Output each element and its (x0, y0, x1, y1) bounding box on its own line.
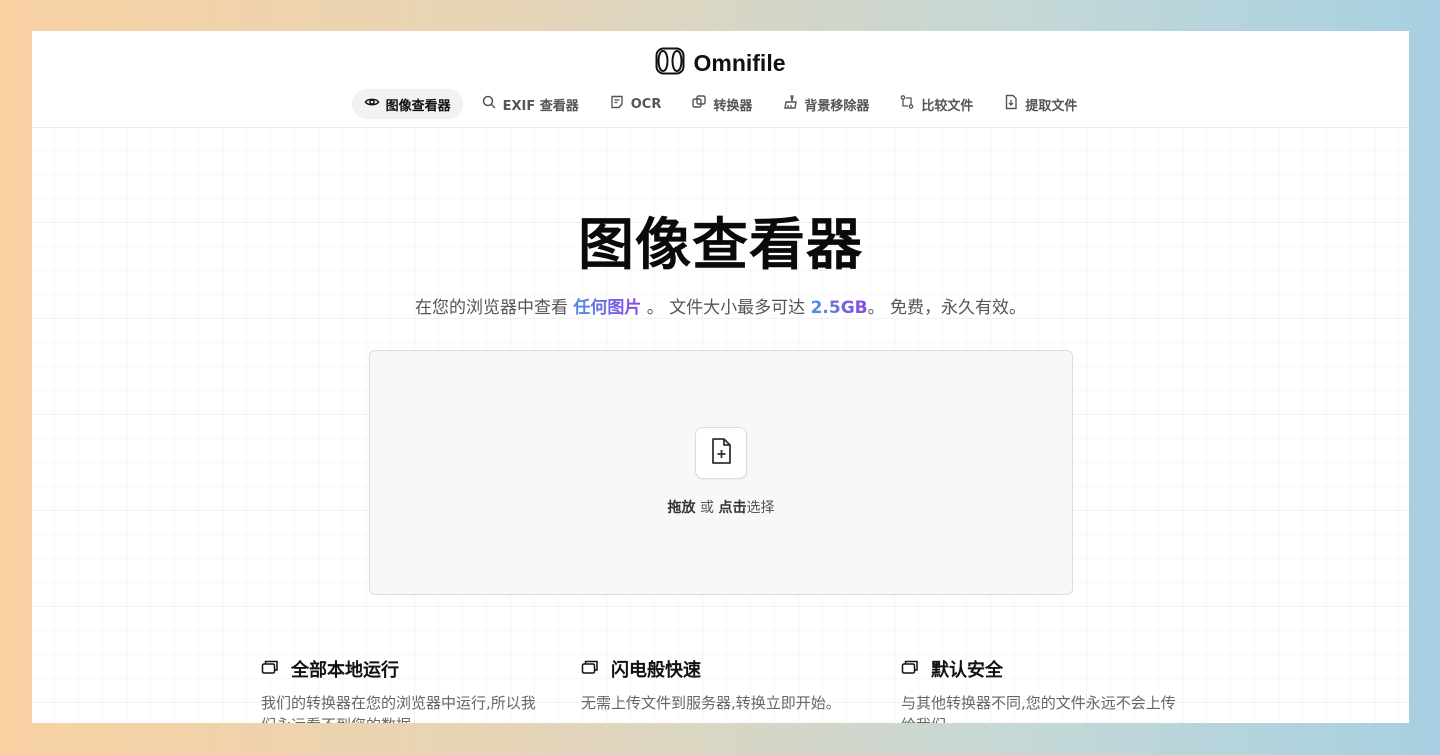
extract-file-icon (1003, 94, 1019, 114)
upload-icon-box[interactable] (695, 427, 747, 479)
file-dropzone[interactable]: 拖放 或 点击选择 (369, 350, 1073, 595)
page-title: 图像查看器 (578, 213, 863, 278)
page-subtitle: 在您的浏览器中查看 任何图片 。 文件大小最多可达 2.5GB。 免费，永久有效… (32, 293, 1409, 318)
search-icon (481, 94, 497, 114)
eye-icon (364, 94, 380, 114)
nav-item-label: 比较文件 (921, 98, 974, 114)
convert-icon (691, 94, 707, 114)
brand[interactable]: Omnifile (32, 47, 1409, 79)
or-label: 或 (695, 500, 719, 516)
main-content: 图像查看器 在您的浏览器中查看 任何图片 。 文件大小最多可达 2.5GB。 免… (32, 128, 1409, 723)
nav-item-exif-viewer[interactable]: EXIF 查看器 (469, 89, 591, 119)
app-window: Omnifile 图像查看器 EXIF 查看器 OCR 转换器 背景移除器 比较… (32, 31, 1409, 723)
drag-label: 拖放 (667, 500, 696, 516)
nav-item-ocr[interactable]: OCR (597, 89, 674, 119)
feature-item: 默认安全 与其他转换器不同,您的文件永远不会上传给我们。 (901, 656, 1221, 723)
subtitle-text: 。 免费，永久有效。 (867, 298, 1027, 318)
nav-item-image-viewer[interactable]: 图像查看器 (351, 89, 463, 119)
feature-description: 与其他转换器不同,您的文件永远不会上传给我们。 (901, 694, 1176, 723)
nav-item-label: 转换器 (713, 98, 753, 114)
window-stack-icon (581, 659, 599, 679)
nav-item-label: EXIF 查看器 (502, 98, 579, 114)
omnifile-logo-icon (655, 47, 685, 79)
subtitle-text: 在您的浏览器中查看 (414, 298, 574, 318)
features-section: 全部本地运行 我们的转换器在您的浏览器中运行,所以我们永远看不到您的数据。 闪电… (261, 656, 1221, 723)
compare-icon (899, 94, 915, 114)
ocr-icon (609, 94, 625, 114)
nav-item-background-remover[interactable]: 背景移除器 (770, 89, 881, 119)
feature-item: 全部本地运行 我们的转换器在您的浏览器中运行,所以我们永远看不到您的数据。 (261, 656, 581, 723)
nav-item-label: 图像查看器 (385, 98, 451, 114)
subtitle-highlight-size: 2.5GB (810, 298, 868, 318)
nav-item-compare-files[interactable]: 比较文件 (887, 89, 985, 119)
nav-item-converter[interactable]: 转换器 (679, 89, 764, 119)
file-plus-icon (708, 437, 734, 469)
feature-title: 默认安全 (931, 660, 1003, 681)
brush-icon (782, 94, 798, 114)
window-stack-icon (901, 659, 919, 679)
feature-description: 无需上传文件到服务器,转换立即开始。 (581, 694, 841, 712)
feature-title: 全部本地运行 (291, 660, 399, 681)
main-nav: 图像查看器 EXIF 查看器 OCR 转换器 背景移除器 比较文件 提取文件 (32, 89, 1409, 119)
dropzone-instructions: 拖放 或 点击选择 (370, 497, 1072, 517)
nav-item-label: OCR (630, 96, 662, 112)
select-label: 选择 (746, 500, 775, 516)
top-header: Omnifile 图像查看器 EXIF 查看器 OCR 转换器 背景移除器 比较… (32, 31, 1409, 128)
feature-item: 闪电般快速 无需上传文件到服务器,转换立即开始。 (581, 656, 901, 723)
subtitle-text: 。 文件大小最多可达 (641, 298, 811, 318)
nav-item-extract-files[interactable]: 提取文件 (991, 89, 1089, 119)
window-stack-icon (261, 659, 279, 679)
feature-title: 闪电般快速 (611, 660, 701, 681)
nav-item-label: 提取文件 (1025, 98, 1078, 114)
click-label: 点击 (718, 500, 747, 516)
feature-description: 我们的转换器在您的浏览器中运行,所以我们永远看不到您的数据。 (261, 694, 536, 723)
brand-name: Omnifile (693, 49, 786, 76)
subtitle-highlight-any-image: 任何图片 (573, 298, 642, 318)
nav-item-label: 背景移除器 (804, 98, 870, 114)
